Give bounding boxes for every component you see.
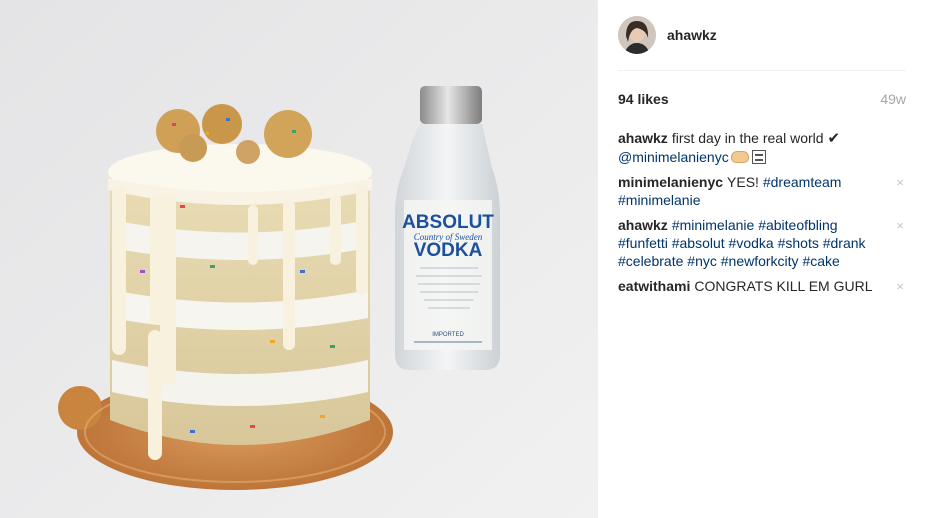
hashtag-link[interactable]: #minimelanie bbox=[618, 192, 700, 208]
comment-text: YES! bbox=[727, 174, 763, 190]
post-author-username[interactable]: ahawkz bbox=[667, 27, 717, 43]
svg-text:ABSOLUT: ABSOLUT bbox=[402, 212, 494, 233]
unknown-glyph-icon bbox=[751, 150, 766, 164]
svg-text:VODKA: VODKA bbox=[414, 240, 483, 261]
hashtag-link[interactable]: #funfetti bbox=[618, 235, 668, 251]
hashtag-link[interactable]: #dreamteam bbox=[763, 174, 842, 190]
hashtag-link[interactable]: #drank bbox=[823, 235, 866, 251]
comment-username[interactable]: minimelanienyc bbox=[618, 174, 723, 190]
hashtag-link[interactable]: #minimelanie bbox=[672, 217, 754, 233]
hashtag-link[interactable]: #shots bbox=[778, 235, 819, 251]
avatar[interactable] bbox=[618, 16, 656, 54]
post-sidebar: ahawkz 94 likes 49w ahawkz first day in t… bbox=[597, 0, 928, 518]
post-age[interactable]: 49w bbox=[880, 91, 906, 107]
header-divider bbox=[618, 70, 906, 71]
fist-bump-icon bbox=[730, 151, 749, 163]
comment-list: ahawkz first day in the real world ✔ @mini… bbox=[618, 129, 906, 302]
hashtag-link[interactable]: #cake bbox=[802, 253, 839, 269]
comment-username[interactable]: ahawkz bbox=[618, 217, 668, 233]
comment-text: first day in the real world bbox=[671, 130, 828, 146]
instagram-post: ABSOLUT Country of Sweden VODKA IMPORTED bbox=[0, 0, 928, 518]
hashtag-link[interactable]: #vodka bbox=[729, 235, 774, 251]
comment-item: eatwithami CONGRATS KILL EM GURL × bbox=[618, 277, 906, 295]
post-header: ahawkz bbox=[618, 12, 908, 58]
comment-item: minimelanienyc YES! #dreamteam #minimelan… bbox=[618, 173, 906, 209]
hashtag-link[interactable]: #celebrate bbox=[618, 253, 683, 269]
checkmark-icon: ✔ bbox=[827, 130, 841, 147]
hashtag-link[interactable]: #newforkcity bbox=[721, 253, 799, 269]
comment-text: CONGRATS KILL EM GURL bbox=[694, 278, 873, 294]
profile-photo-icon bbox=[618, 16, 656, 54]
mention-link[interactable]: @minimelanienyc bbox=[618, 149, 729, 165]
delete-comment-icon[interactable]: × bbox=[896, 174, 904, 192]
comment-username[interactable]: ahawkz bbox=[618, 130, 668, 146]
hashtag-link[interactable]: #nyc bbox=[687, 253, 717, 269]
cake-and-vodka-photo: ABSOLUT Country of Sweden VODKA IMPORTED bbox=[0, 0, 597, 518]
post-photo[interactable]: ABSOLUT Country of Sweden VODKA IMPORTED bbox=[0, 0, 597, 518]
svg-text:IMPORTED: IMPORTED bbox=[432, 332, 464, 338]
comment-item: ahawkz first day in the real world ✔ @mini… bbox=[618, 129, 906, 166]
comment-username[interactable]: eatwithami bbox=[618, 278, 690, 294]
hashtag-link[interactable]: #absolut bbox=[672, 235, 725, 251]
likes-count[interactable]: 94 likes bbox=[618, 91, 669, 107]
comment-item: ahawkz #minimelanie #abiteofbling #funfet… bbox=[618, 216, 906, 270]
hashtag-link[interactable]: #abiteofbling bbox=[758, 217, 837, 233]
delete-comment-icon[interactable]: × bbox=[896, 278, 904, 296]
post-stats: 94 likes 49w bbox=[618, 91, 906, 107]
delete-comment-icon[interactable]: × bbox=[896, 217, 904, 235]
